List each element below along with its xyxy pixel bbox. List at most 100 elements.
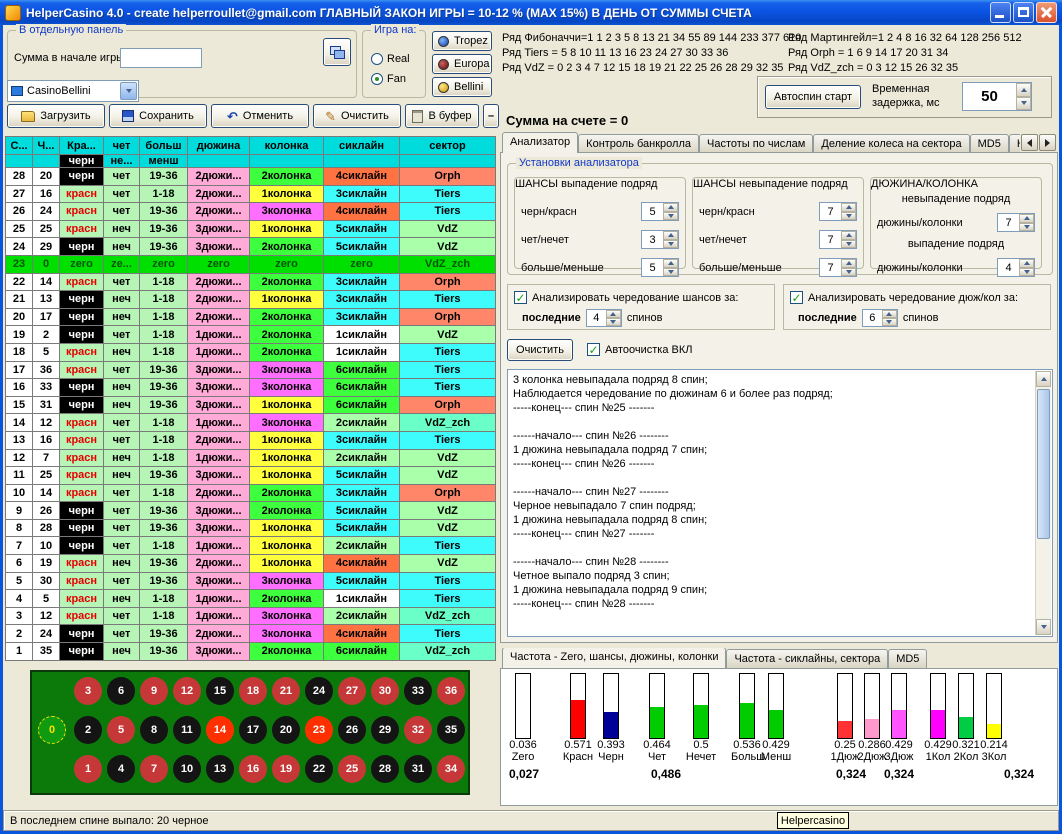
board-number-22[interactable]: 22 (305, 755, 333, 783)
board-number-35[interactable]: 35 (437, 716, 465, 744)
scroll-up-icon[interactable] (1036, 371, 1051, 387)
board-number-12[interactable]: 12 (173, 677, 201, 705)
setting-0-1-value[interactable]: 3 (642, 231, 663, 248)
tab-scroll-left-button[interactable] (1021, 134, 1038, 151)
alternation-dozens-spinner[interactable]: 6 (862, 309, 898, 327)
minimize-icon[interactable] (990, 2, 1011, 23)
setting-2b-0-spinner[interactable]: 4 (997, 258, 1035, 277)
alternation-chances-checkbox[interactable]: ✓ (514, 291, 527, 304)
board-number-9[interactable]: 9 (140, 677, 168, 705)
setting-1-2-value[interactable]: 7 (820, 259, 841, 276)
board-number-26[interactable]: 26 (338, 716, 366, 744)
setting-0-1-up-icon[interactable] (663, 231, 678, 240)
tab-analyzer-strip-5[interactable]: MD5 (970, 134, 1009, 153)
scroll-down-icon[interactable] (1036, 619, 1051, 635)
collapse-button[interactable]: – (483, 104, 499, 128)
tab-analyzer-strip-1[interactable]: Анализатор (502, 132, 578, 153)
board-number-15[interactable]: 15 (206, 677, 234, 705)
tab-analyzer-strip-6[interactable]: Ко (1009, 134, 1020, 153)
setting-1-0-up-icon[interactable] (841, 203, 856, 212)
setting-0-0-down-icon[interactable] (663, 212, 678, 221)
board-number-14[interactable]: 14 (206, 716, 234, 744)
setting-1-1-value[interactable]: 7 (820, 231, 841, 248)
casino-bellini-button[interactable]: Bellini (432, 77, 492, 97)
setting-2a-0-up-icon[interactable] (1019, 214, 1034, 223)
setting-2b-0-down-icon[interactable] (1019, 268, 1034, 277)
delay-spinner[interactable]: 50 (962, 82, 1032, 111)
log-scrollbar[interactable] (1035, 371, 1051, 635)
setting-1-2-up-icon[interactable] (841, 259, 856, 268)
tab-analyzer-strip-3[interactable]: Частоты по числам (699, 134, 813, 153)
board-number-0[interactable]: 0 (38, 716, 66, 744)
radio-fan-circle[interactable] (371, 73, 383, 85)
board-number-5[interactable]: 5 (107, 716, 135, 744)
delay-down-icon[interactable] (1016, 97, 1031, 111)
board-number-3[interactable]: 3 (74, 677, 102, 705)
board-number-31[interactable]: 31 (404, 755, 432, 783)
setting-0-2-spinner[interactable]: 5 (641, 258, 679, 277)
chevron-down-icon[interactable] (120, 82, 137, 100)
board-number-18[interactable]: 18 (239, 677, 267, 705)
setting-1-0-spinner[interactable]: 7 (819, 202, 857, 221)
maximize-icon[interactable] (1013, 2, 1034, 23)
alternation-dozens-up-icon[interactable] (882, 310, 897, 318)
board-number-17[interactable]: 17 (239, 716, 267, 744)
save-button[interactable]: Сохранить (109, 104, 207, 128)
tab-analyzer-strip-2[interactable]: Контроль банкролла (578, 134, 699, 153)
setting-1-2-down-icon[interactable] (841, 268, 856, 277)
board-number-27[interactable]: 27 (338, 677, 366, 705)
radio-real-circle[interactable] (371, 53, 383, 65)
setting-2a-0-spinner[interactable]: 7 (997, 213, 1035, 232)
clear-button[interactable]: ✎ Очистить (313, 104, 401, 128)
alternation-dozens-checkbox[interactable]: ✓ (790, 291, 803, 304)
detach-button[interactable] (323, 38, 351, 66)
alternation-dozens-down-icon[interactable] (882, 318, 897, 326)
analyzer-clear-button[interactable]: Очистить (507, 339, 573, 361)
tab-frequency-strip-2[interactable]: Частота - сиклайны, сектора (726, 649, 888, 668)
board-number-13[interactable]: 13 (206, 755, 234, 783)
board-number-36[interactable]: 36 (437, 677, 465, 705)
casino-select[interactable]: CasinoBellini (7, 80, 139, 102)
board-number-33[interactable]: 33 (404, 677, 432, 705)
board-number-19[interactable]: 19 (272, 755, 300, 783)
setting-1-0-down-icon[interactable] (841, 212, 856, 221)
delay-value[interactable]: 50 (963, 83, 1016, 110)
board-number-21[interactable]: 21 (272, 677, 300, 705)
buffer-button[interactable]: В буфер (405, 104, 479, 128)
board-number-20[interactable]: 20 (272, 716, 300, 744)
setting-2a-0-down-icon[interactable] (1019, 223, 1034, 232)
setting-0-2-value[interactable]: 5 (642, 259, 663, 276)
tab-frequency-strip-1[interactable]: Частота - Zero, шансы, дюжины, колонки (502, 648, 726, 668)
casino-tropez-button[interactable]: Tropez (432, 31, 492, 51)
board-number-2[interactable]: 2 (74, 716, 102, 744)
board-number-23[interactable]: 23 (305, 716, 333, 744)
load-button[interactable]: Загрузить (7, 104, 105, 128)
setting-2b-0-value[interactable]: 4 (998, 259, 1019, 276)
autoclear-checkbox[interactable]: ✓ (587, 343, 600, 356)
alternation-chances-up-icon[interactable] (606, 310, 621, 318)
casino-europa-button[interactable]: Europa (432, 54, 492, 74)
board-number-1[interactable]: 1 (74, 755, 102, 783)
setting-0-0-spinner[interactable]: 5 (641, 202, 679, 221)
setting-1-1-up-icon[interactable] (841, 231, 856, 240)
alternation-chances-spinner[interactable]: 4 (586, 309, 622, 327)
tab-analyzer-strip-4[interactable]: Деление колеса на сектора (813, 134, 969, 153)
board-number-30[interactable]: 30 (371, 677, 399, 705)
setting-0-2-down-icon[interactable] (663, 268, 678, 277)
board-number-29[interactable]: 29 (371, 716, 399, 744)
setting-0-1-down-icon[interactable] (663, 240, 678, 249)
setting-0-1-spinner[interactable]: 3 (641, 230, 679, 249)
radio-fan[interactable]: Fan (371, 73, 406, 85)
setting-0-2-up-icon[interactable] (663, 259, 678, 268)
close-icon[interactable] (1036, 2, 1057, 23)
setting-1-0-value[interactable]: 7 (820, 203, 841, 220)
undo-button[interactable]: ↶ Отменить (211, 104, 309, 128)
setting-1-1-spinner[interactable]: 7 (819, 230, 857, 249)
radio-real[interactable]: Real (371, 53, 410, 65)
board-number-16[interactable]: 16 (239, 755, 267, 783)
board-number-32[interactable]: 32 (404, 716, 432, 744)
setting-1-1-down-icon[interactable] (841, 240, 856, 249)
board-number-10[interactable]: 10 (173, 755, 201, 783)
board-number-25[interactable]: 25 (338, 755, 366, 783)
board-number-28[interactable]: 28 (371, 755, 399, 783)
